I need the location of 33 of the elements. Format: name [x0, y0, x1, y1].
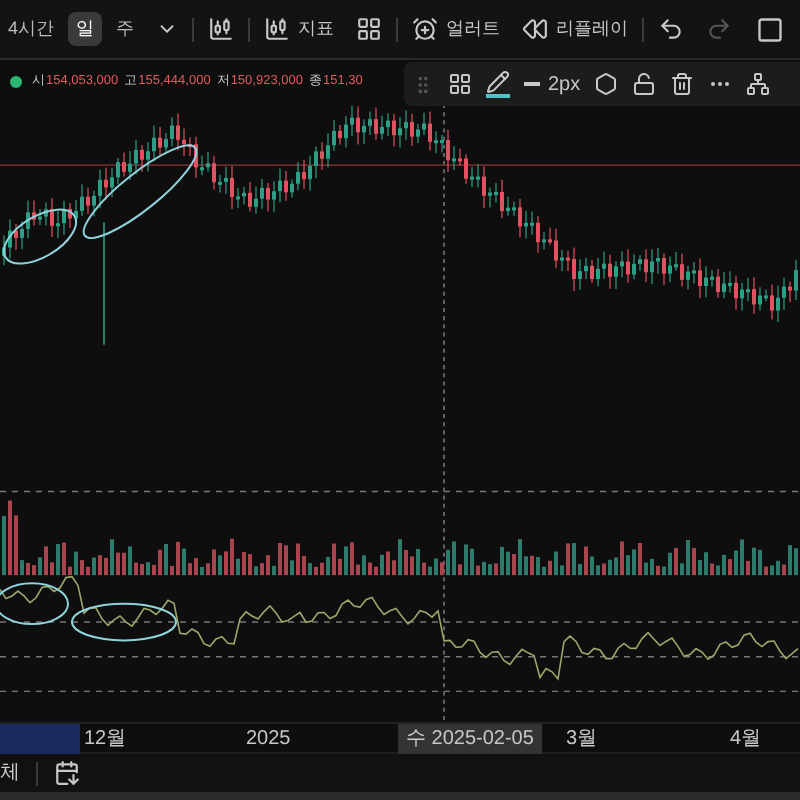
axis-label: 3월 — [566, 725, 598, 753]
toolbar-button[interactable]: 지표 — [256, 15, 343, 43]
grid-icon[interactable] — [356, 16, 383, 42]
alarm-clock-icon — [412, 16, 439, 42]
pencil-icon — [486, 70, 510, 94]
crosshair-date-label: 수 2025-02-05 — [398, 723, 542, 753]
line-width-button[interactable]: 2px — [524, 69, 581, 99]
undo-icon[interactable] — [658, 16, 685, 42]
drag-handle-icon[interactable] — [412, 73, 434, 95]
axis-label: 12월 — [84, 725, 127, 753]
selected-range — [0, 724, 80, 754]
pen-button[interactable] — [486, 70, 510, 98]
rewind-icon — [522, 16, 549, 42]
annotation-ellipse[interactable] — [2, 208, 78, 265]
unlock-icon[interactable] — [632, 72, 657, 96]
trash-icon[interactable] — [670, 72, 695, 96]
annotation-ellipse[interactable] — [82, 144, 198, 239]
chart-icon — [264, 16, 291, 42]
network-icon[interactable] — [746, 72, 771, 96]
calendar-icon[interactable] — [54, 760, 80, 786]
annotation-ellipse[interactable] — [71, 602, 177, 642]
bottom-bar-label[interactable]: 체 — [0, 758, 20, 788]
axis-label: 4월 — [730, 725, 762, 753]
grid-icon[interactable] — [448, 72, 472, 96]
redo-icon[interactable] — [706, 16, 733, 42]
timeframe-tab[interactable]: 4시간 — [0, 11, 63, 47]
toolbar-button[interactable]: 리플레이 — [514, 15, 637, 43]
axis-label: 2025 — [246, 725, 291, 753]
timeframe-tab[interactable]: 일 — [68, 11, 103, 47]
timeframe-tab[interactable]: 주 — [108, 11, 143, 47]
candlestick-icon[interactable] — [208, 16, 235, 42]
toolbar-button[interactable]: 얼러트 — [404, 15, 509, 43]
square-icon[interactable] — [756, 15, 784, 43]
